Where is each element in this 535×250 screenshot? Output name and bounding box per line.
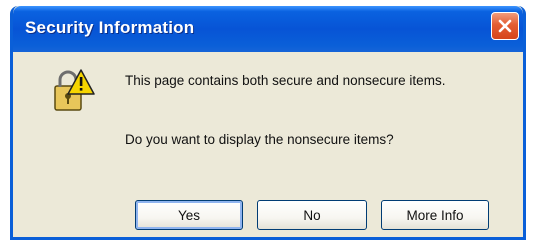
yes-button[interactable]: Yes [135, 200, 243, 230]
dialog-question: Do you want to display the nonsecure ite… [125, 132, 394, 147]
close-button[interactable] [491, 12, 519, 40]
dialog-title: Security Information [25, 18, 195, 37]
close-icon [498, 19, 512, 33]
security-information-dialog: Security Information This page contains … [10, 6, 526, 240]
title-bar[interactable]: Security Information [13, 6, 523, 52]
dialog-body: This page contains both secure and nonse… [13, 52, 523, 237]
more-info-button[interactable]: More Info [381, 200, 489, 230]
security-warning-icon [54, 69, 95, 111]
dialog-message: This page contains both secure and nonse… [125, 73, 446, 88]
no-button[interactable]: No [257, 200, 367, 230]
